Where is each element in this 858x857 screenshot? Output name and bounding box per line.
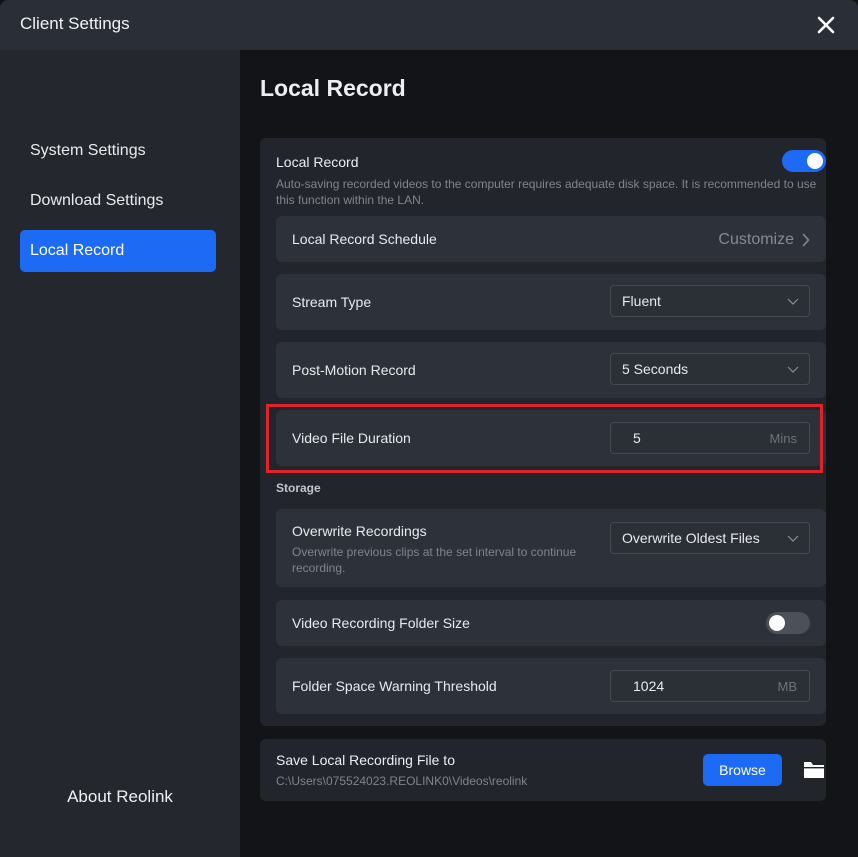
chevron-right-icon bbox=[802, 233, 810, 247]
post-motion-value: 5 Seconds bbox=[622, 361, 689, 377]
page-title: Local Record bbox=[260, 75, 406, 101]
folder-size-label: Video Recording Folder Size bbox=[292, 615, 470, 631]
title-bar: Client Settings bbox=[0, 0, 858, 50]
stream-type-label: Stream Type bbox=[292, 294, 372, 310]
overwrite-label: Overwrite Recordings bbox=[292, 523, 427, 539]
local-record-label: Local Record bbox=[276, 154, 359, 170]
warning-threshold-label: Folder Space Warning Threshold bbox=[292, 678, 497, 694]
window-title: Client Settings bbox=[20, 14, 130, 33]
save-location-label: Save Local Recording File to bbox=[276, 752, 455, 768]
schedule-label: Local Record Schedule bbox=[292, 231, 437, 247]
overwrite-value: Overwrite Oldest Files bbox=[622, 530, 760, 546]
file-duration-label: Video File Duration bbox=[292, 430, 411, 446]
folder-icon[interactable] bbox=[802, 759, 826, 781]
sidebar-item-local-record[interactable]: Local Record bbox=[20, 230, 216, 272]
storage-section-label: Storage bbox=[276, 481, 321, 495]
chevron-down-icon bbox=[787, 535, 799, 542]
main-content: Local Record Local Record Auto-saving re… bbox=[240, 50, 858, 857]
local-record-schedule-row[interactable]: Local Record Schedule Customize bbox=[276, 216, 826, 262]
overwrite-recordings-row: Overwrite Recordings Overwrite previous … bbox=[276, 509, 826, 587]
folder-size-toggle[interactable] bbox=[766, 612, 810, 634]
warning-threshold-row: Folder Space Warning Threshold 1024 MB bbox=[276, 658, 826, 714]
folder-size-row: Video Recording Folder Size bbox=[276, 600, 826, 646]
about-reolink-link[interactable]: About Reolink bbox=[0, 787, 240, 807]
toggle-knob bbox=[769, 615, 785, 631]
video-file-duration-row: Video File Duration 5 Mins bbox=[276, 410, 826, 466]
local-record-panel: Local Record Auto-saving recorded videos… bbox=[260, 138, 826, 726]
save-location-panel: Save Local Recording File to C:\Users\07… bbox=[260, 739, 826, 801]
close-icon[interactable] bbox=[814, 13, 838, 37]
customize-link[interactable]: Customize bbox=[718, 231, 810, 249]
local-record-description: Auto-saving recorded videos to the compu… bbox=[276, 177, 817, 207]
customize-label: Customize bbox=[718, 231, 794, 248]
post-motion-select[interactable]: 5 Seconds bbox=[610, 353, 810, 385]
file-duration-value: 5 bbox=[633, 430, 641, 446]
browse-button[interactable]: Browse bbox=[703, 754, 782, 786]
sidebar: System Settings Download Settings Local … bbox=[0, 50, 240, 857]
overwrite-select[interactable]: Overwrite Oldest Files bbox=[610, 522, 810, 554]
file-duration-input[interactable]: 5 Mins bbox=[610, 422, 810, 454]
client-settings-window: Client Settings System Settings Download… bbox=[0, 0, 858, 857]
sidebar-item-download-settings[interactable]: Download Settings bbox=[20, 180, 216, 222]
file-duration-unit: Mins bbox=[769, 431, 797, 446]
chevron-down-icon bbox=[787, 366, 799, 373]
stream-type-value: Fluent bbox=[622, 293, 661, 309]
post-motion-record-row: Post-Motion Record 5 Seconds bbox=[276, 342, 826, 398]
warning-threshold-value: 1024 bbox=[633, 678, 665, 694]
chevron-down-icon bbox=[787, 298, 799, 305]
warning-threshold-unit: MB bbox=[777, 679, 798, 694]
save-location-path: C:\Users\075524023.REOLINK0\Videos\reoli… bbox=[276, 774, 528, 788]
post-motion-label: Post-Motion Record bbox=[292, 362, 416, 378]
stream-type-row: Stream Type Fluent bbox=[276, 274, 826, 330]
sidebar-item-system-settings[interactable]: System Settings bbox=[20, 130, 216, 172]
overwrite-description: Overwrite previous clips at the set inte… bbox=[292, 545, 577, 575]
toggle-knob bbox=[807, 153, 823, 169]
warning-threshold-input[interactable]: 1024 MB bbox=[610, 670, 810, 702]
stream-type-select[interactable]: Fluent bbox=[610, 285, 810, 317]
local-record-toggle[interactable] bbox=[782, 150, 826, 172]
